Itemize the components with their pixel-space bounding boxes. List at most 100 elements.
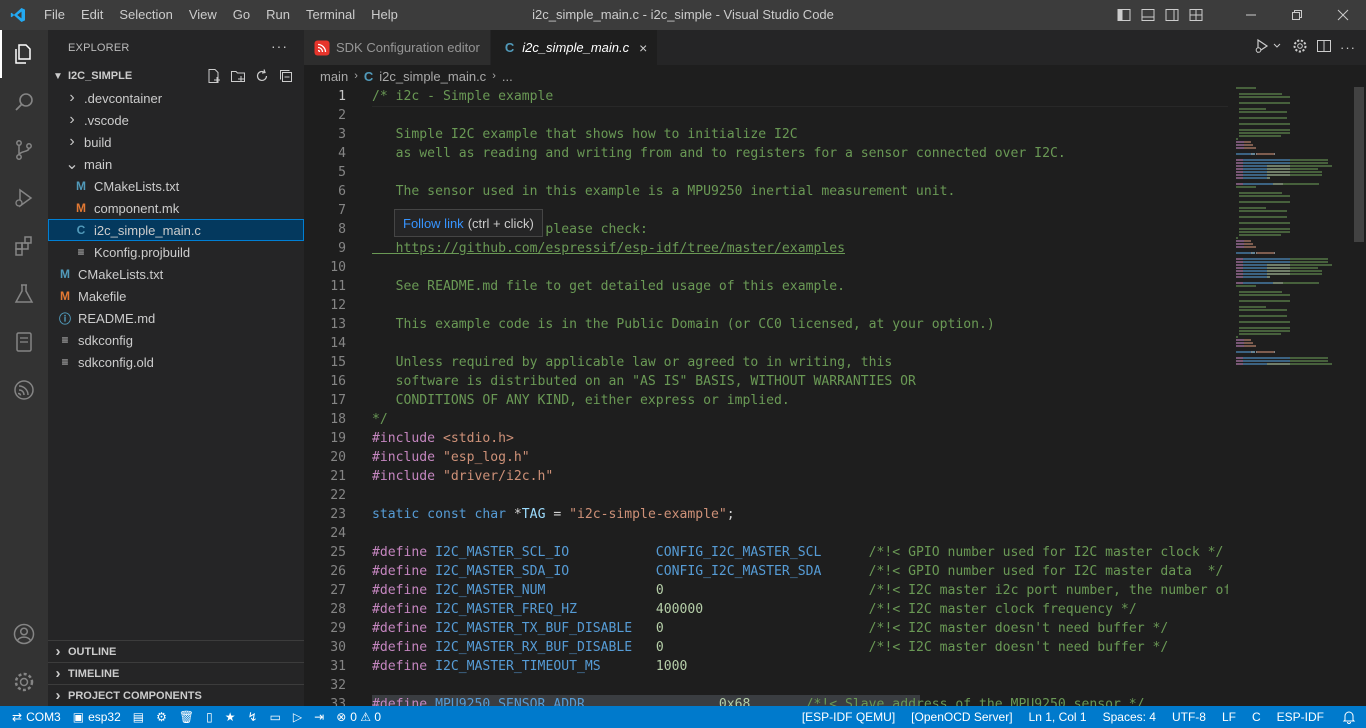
testing-icon[interactable] [0, 270, 48, 318]
menu-item-go[interactable]: Go [225, 0, 258, 30]
status-star[interactable]: ★ [219, 706, 242, 728]
breadcrumb-symbol[interactable]: ... [502, 69, 513, 84]
code-line[interactable]: #define I2C_MASTER_SDA_IO CONFIG_I2C_MAS… [372, 562, 1228, 581]
new-folder-icon[interactable] [226, 68, 250, 84]
tree-item-sdkconfig[interactable]: ≡ sdkconfig [48, 329, 304, 351]
accounts-icon[interactable] [0, 610, 48, 658]
source-control-icon[interactable] [0, 126, 48, 174]
code-line[interactable] [372, 676, 1228, 695]
code-line[interactable]: static const char *TAG = "i2c-simple-exa… [372, 505, 1228, 524]
menu-item-view[interactable]: View [181, 0, 225, 30]
notifications-bell-icon[interactable] [1332, 706, 1366, 728]
tab-sdk-configuration-editor[interactable]: SDK Configuration editor [304, 30, 491, 65]
code-line[interactable]: #define I2C_MASTER_NUM 0 /*!< I2C master… [372, 581, 1228, 600]
code-line[interactable]: #define I2C_MASTER_TIMEOUT_MS 1000 [372, 657, 1228, 676]
status-trash[interactable]: 🗑 [173, 706, 200, 728]
code-line[interactable] [372, 258, 1228, 277]
code-line[interactable]: This example code is in the Public Domai… [372, 315, 1228, 334]
status-ln-1-col-1[interactable]: Ln 1, Col 1 [1021, 706, 1095, 728]
scrollbar-thumb[interactable] [1354, 87, 1364, 242]
code-lines[interactable]: /* i2c - Simple example Simple I2C examp… [372, 87, 1228, 706]
code-line[interactable]: Unless required by applicable law or agr… [372, 353, 1228, 372]
code-line[interactable]: The sensor used in this example is a MPU… [372, 182, 1228, 201]
breadcrumb-file[interactable]: i2c_simple_main.c [379, 69, 486, 84]
vertical-scrollbar[interactable] [1352, 87, 1366, 706]
tree-item-sdkconfig-old[interactable]: ≡ sdkconfig.old [48, 351, 304, 373]
code-line[interactable] [372, 163, 1228, 182]
code-line[interactable]: See README.md file to get detailed usage… [372, 277, 1228, 296]
code-line[interactable]: #include <stdio.h> [372, 429, 1228, 448]
status-esp-idf-qemu[interactable]: [ESP-IDF QEMU] [794, 706, 903, 728]
customize-layout-icon[interactable] [1184, 0, 1208, 30]
run-debug-dropdown-icon[interactable] [1254, 38, 1284, 57]
code-line[interactable]: #define I2C_MASTER_FREQ_HZ 400000 /*!< I… [372, 600, 1228, 619]
minimap[interactable] [1236, 87, 1354, 706]
tree-item-main[interactable]: ⌄ main [48, 153, 304, 175]
search-icon[interactable] [0, 78, 48, 126]
close-window-icon[interactable] [1320, 0, 1366, 30]
collapse-all-icon[interactable] [274, 68, 298, 84]
explorer-icon[interactable] [0, 30, 48, 78]
code-line[interactable]: */ [372, 410, 1228, 429]
section-timeline[interactable]: › TIMELINE [48, 662, 304, 684]
minimize-icon[interactable] [1228, 0, 1274, 30]
toggle-sidebar-icon[interactable] [1112, 0, 1136, 30]
code-line[interactable]: as well as reading and writing from and … [372, 144, 1228, 163]
status-build[interactable]: ▯ [200, 706, 219, 728]
follow-link-label[interactable]: Follow link [403, 216, 464, 231]
tree-item-kconfig-projbuild[interactable]: ≡ Kconfig.projbuild [48, 241, 304, 263]
status-esp-idf[interactable]: ESP-IDF [1269, 706, 1332, 728]
tree-item-cmakelists-txt[interactable]: M CMakeLists.txt [48, 263, 304, 285]
tree-item-cmakelists-txt[interactable]: M CMakeLists.txt [48, 175, 304, 197]
tree-item--vscode[interactable]: › .vscode [48, 109, 304, 131]
status-spaces-4[interactable]: Spaces: 4 [1095, 706, 1164, 728]
code-line[interactable]: #define MPU9250_SENSOR_ADDR 0x68 /*!< Sl… [372, 695, 1228, 706]
code-line[interactable]: https://github.com/espressif/esp-idf/tre… [372, 239, 1228, 258]
run-debug-icon[interactable] [0, 174, 48, 222]
code-line[interactable]: #define I2C_MASTER_SCL_IO CONFIG_I2C_MAS… [372, 543, 1228, 562]
espressif-icon[interactable] [0, 366, 48, 414]
menu-item-terminal[interactable]: Terminal [298, 0, 363, 30]
code-token[interactable]: https://github.com/espressif/esp-idf/tre… [372, 241, 845, 256]
code-line[interactable]: #define I2C_MASTER_TX_BUF_DISABLE 0 /*!<… [372, 619, 1228, 638]
code-editor[interactable]: 1 2 3 4 5 6 7 8 9 10 11 12 13 14 15 16 17 18 19 20 21 22 23 24 2… [304, 87, 1366, 706]
code-line[interactable]: Simple I2C example that shows how to ini… [372, 125, 1228, 144]
close-tab-icon[interactable]: × [639, 40, 647, 56]
status-settings[interactable]: ⚙ [150, 706, 173, 728]
extensions-icon[interactable] [0, 222, 48, 270]
status-run[interactable]: ⇥ [308, 706, 330, 728]
toggle-panel-icon[interactable] [1136, 0, 1160, 30]
tree-item-makefile[interactable]: M Makefile [48, 285, 304, 307]
remote-explorer-icon[interactable] [0, 318, 48, 366]
menu-item-file[interactable]: File [36, 0, 73, 30]
status-utf-8[interactable]: UTF-8 [1164, 706, 1214, 728]
code-line[interactable] [372, 486, 1228, 505]
section-project-components[interactable]: › PROJECT COMPONENTS [48, 684, 304, 706]
menu-item-help[interactable]: Help [363, 0, 406, 30]
tree-item-component-mk[interactable]: Mcomponent.mk [48, 197, 304, 219]
workspace-root[interactable]: ▼ I2C_SIMPLE [48, 65, 304, 87]
tree-item-i2c-simple-main-c[interactable]: Ci2c_simple_main.c [48, 219, 304, 241]
refresh-icon[interactable] [250, 68, 274, 84]
status-flash[interactable]: ↯ [242, 706, 264, 728]
code-line[interactable] [372, 106, 1228, 125]
tab-i2c-simple-main[interactable]: C i2c_simple_main.c × [490, 30, 659, 65]
code-line[interactable] [372, 296, 1228, 315]
code-line[interactable]: #include "driver/i2c.h" [372, 467, 1228, 486]
status-debug[interactable]: ▷ [287, 706, 308, 728]
settings-gear-icon[interactable] [1292, 38, 1308, 57]
code-line[interactable]: #include "esp_log.h" [372, 448, 1228, 467]
menu-item-run[interactable]: Run [258, 0, 298, 30]
menu-item-selection[interactable]: Selection [111, 0, 180, 30]
breadcrumb-folder[interactable]: main [320, 69, 348, 84]
status-chip[interactable]: ▣ esp32 [67, 706, 127, 728]
manage-gear-icon[interactable] [0, 658, 48, 706]
section-outline[interactable]: › OUTLINE [48, 640, 304, 662]
restore-icon[interactable] [1274, 0, 1320, 30]
status-menuconfig[interactable]: ▤ [127, 706, 150, 728]
status-plug[interactable]: ⇄ COM3 [6, 706, 67, 728]
status-openocd-server[interactable]: [OpenOCD Server] [903, 706, 1020, 728]
tree-item--devcontainer[interactable]: › .devcontainer [48, 87, 304, 109]
code-line[interactable] [372, 524, 1228, 543]
toggle-secondary-sidebar-icon[interactable] [1160, 0, 1184, 30]
